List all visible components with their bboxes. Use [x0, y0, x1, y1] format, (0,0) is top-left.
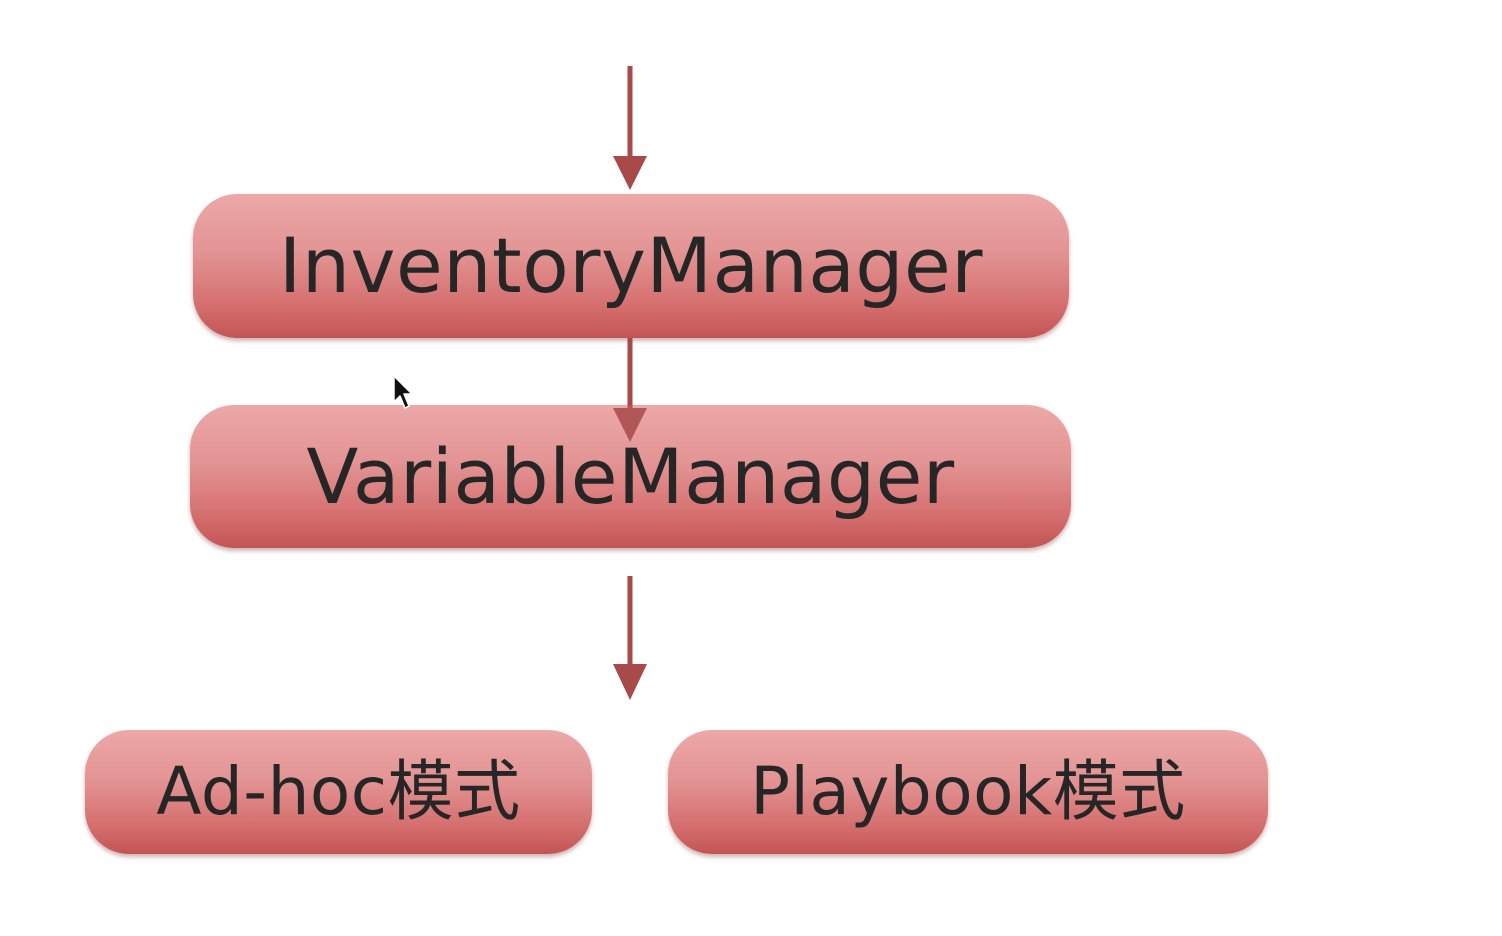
arrow-variable-to-modes: [613, 576, 647, 700]
variable-manager-label: VariableManager: [306, 431, 955, 521]
inventory-manager-node: InventoryManager: [193, 194, 1069, 338]
diagram-canvas: InventoryManager VariableManager Ad-hoc模…: [0, 0, 1502, 936]
adhoc-mode-label: Ad-hoc模式: [156, 753, 521, 830]
playbook-mode-label: Playbook模式: [750, 753, 1186, 830]
playbook-mode-node: Playbook模式: [668, 730, 1268, 854]
arrow-entry: [613, 66, 647, 190]
inventory-manager-label: InventoryManager: [278, 221, 984, 310]
variable-manager-node: VariableManager: [190, 405, 1071, 548]
mouse-pointer-icon: [393, 375, 413, 409]
adhoc-mode-node: Ad-hoc模式: [85, 730, 592, 854]
